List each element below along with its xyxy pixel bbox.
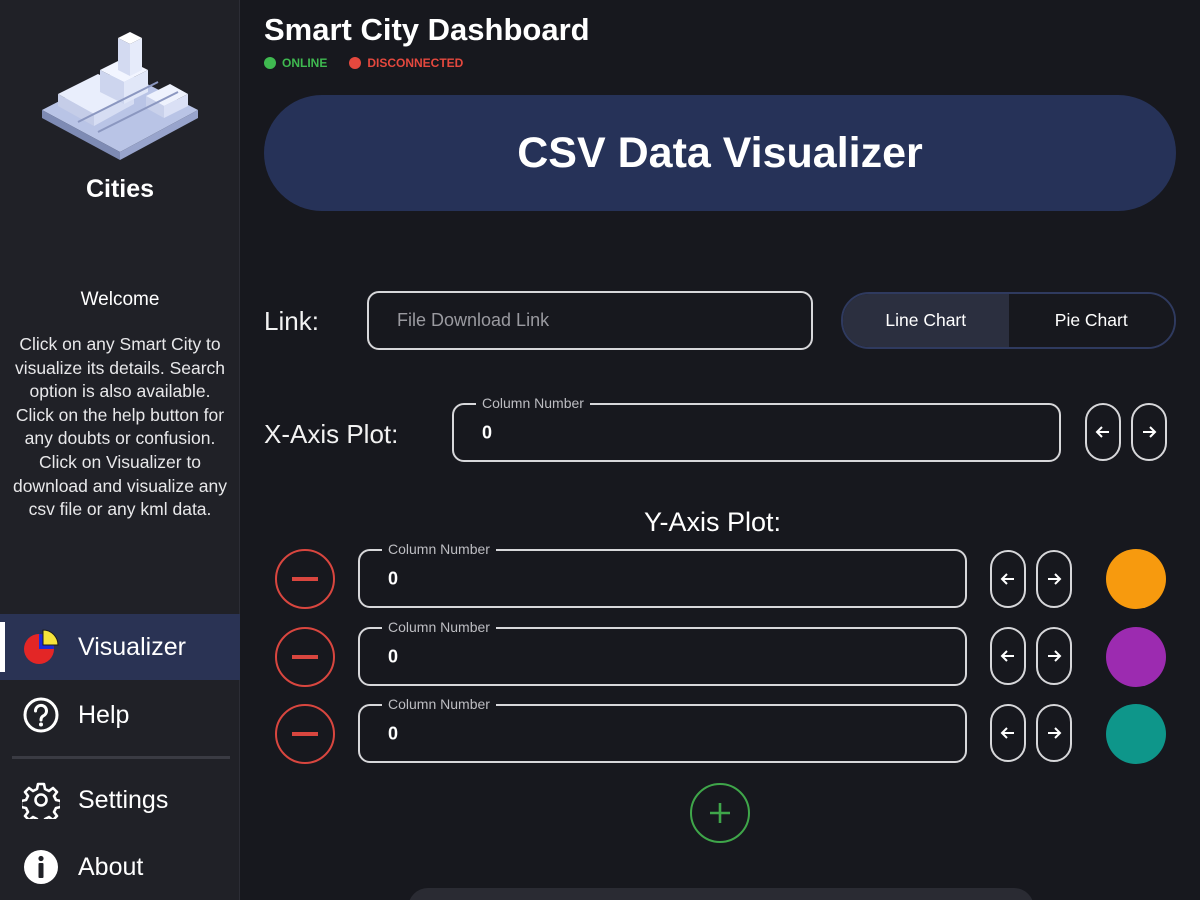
status-disconnected: DISCONNECTED <box>349 56 463 70</box>
y-axis-column-field[interactable]: Column Number 0 <box>358 541 967 608</box>
series-color-swatch[interactable] <box>1106 627 1166 687</box>
welcome-text: Click on any Smart City to visualize its… <box>12 334 228 520</box>
app-title: Smart City Dashboard <box>264 12 590 47</box>
field-legend: Column Number <box>382 619 496 635</box>
link-label: Link: <box>264 306 319 336</box>
online-dot-icon <box>264 57 276 69</box>
remove-series-button[interactable] <box>275 627 335 687</box>
arrow-right-icon <box>1143 426 1157 438</box>
x-axis-column-value: 0 <box>482 422 493 442</box>
remove-series-button[interactable] <box>275 704 335 764</box>
pie-chart-icon <box>22 628 60 666</box>
y-axis-next-button[interactable] <box>1036 704 1072 762</box>
welcome-title: Welcome <box>80 289 160 310</box>
link-field <box>367 291 813 350</box>
y-axis-column-field[interactable]: Column Number 0 <box>358 619 967 686</box>
add-series-button[interactable] <box>690 783 750 843</box>
y-axis-next-button[interactable] <box>1036 550 1072 608</box>
x-axis-prev-button[interactable] <box>1085 403 1121 461</box>
connection-status: ONLINE DISCONNECTED <box>264 56 463 70</box>
y-axis-prev-button[interactable] <box>990 627 1026 685</box>
status-disconnected-label: DISCONNECTED <box>367 56 464 70</box>
gear-icon <box>22 781 60 819</box>
sidebar-divider <box>12 756 230 759</box>
link-input[interactable] <box>369 293 811 348</box>
sidebar-item-label: Help <box>78 700 130 729</box>
visualize-button[interactable] <box>408 888 1034 900</box>
arrow-right-icon <box>1048 573 1062 585</box>
sidebar: Cities Welcome Click on any Smart City t… <box>0 0 240 900</box>
series-color-swatch[interactable] <box>1106 549 1166 609</box>
arrow-right-icon <box>1048 727 1062 739</box>
minus-icon <box>292 577 318 581</box>
field-legend: Column Number <box>382 696 496 712</box>
minus-icon <box>292 655 318 659</box>
app-root: Cities Welcome Click on any Smart City t… <box>0 0 1200 900</box>
sidebar-item-settings[interactable]: Settings <box>0 767 240 833</box>
arrow-left-icon <box>1095 426 1109 438</box>
status-online-label: ONLINE <box>282 56 328 70</box>
y-axis-next-button[interactable] <box>1036 627 1072 685</box>
field-legend: Column Number <box>382 541 496 557</box>
sidebar-item-label: About <box>78 852 144 881</box>
y-axis-label: Y-Axis Plot: <box>643 507 782 537</box>
arrow-left-icon <box>1000 727 1014 739</box>
minus-icon <box>292 732 318 736</box>
info-icon <box>22 848 60 886</box>
disconnected-dot-icon <box>349 57 362 69</box>
y-axis-prev-button[interactable] <box>990 550 1026 608</box>
y-axis-column-value: 0 <box>388 723 399 743</box>
series-color-swatch[interactable] <box>1106 704 1166 764</box>
page-title: CSV Data Visualizer <box>517 128 923 177</box>
sidebar-item-visualizer[interactable]: Visualizer <box>0 614 240 680</box>
plus-icon <box>710 803 730 823</box>
y-axis-column-value: 0 <box>388 568 399 588</box>
page-title-banner: CSV Data Visualizer <box>264 95 1176 211</box>
x-axis-next-button[interactable] <box>1131 403 1167 461</box>
arrow-left-icon <box>1000 573 1014 585</box>
city-logo-icon <box>42 32 198 160</box>
sidebar-item-about[interactable]: About <box>0 834 240 900</box>
chart-type-toggle: Line Chart Pie Chart <box>841 292 1176 349</box>
remove-series-button[interactable] <box>275 549 335 609</box>
y-axis-column-field[interactable]: Column Number 0 <box>358 696 967 763</box>
sidebar-item-help[interactable]: Help <box>0 682 240 748</box>
sidebar-item-label: Visualizer <box>78 632 186 661</box>
arrow-left-icon <box>1000 650 1014 662</box>
arrow-right-icon <box>1048 650 1062 662</box>
field-legend: Column Number <box>476 395 590 411</box>
pie-chart-option[interactable]: Pie Chart <box>1008 294 1174 347</box>
line-chart-option[interactable]: Line Chart <box>843 294 1009 347</box>
sidebar-item-label: Settings <box>78 785 169 814</box>
x-axis-label: X-Axis Plot: <box>264 419 399 449</box>
y-axis-prev-button[interactable] <box>990 704 1026 762</box>
status-online: ONLINE <box>264 56 327 70</box>
help-circle-icon <box>22 696 60 734</box>
sidebar-title: Cities <box>85 175 155 203</box>
x-axis-column-field[interactable]: Column Number 0 <box>452 395 1061 462</box>
y-axis-column-value: 0 <box>388 646 399 666</box>
